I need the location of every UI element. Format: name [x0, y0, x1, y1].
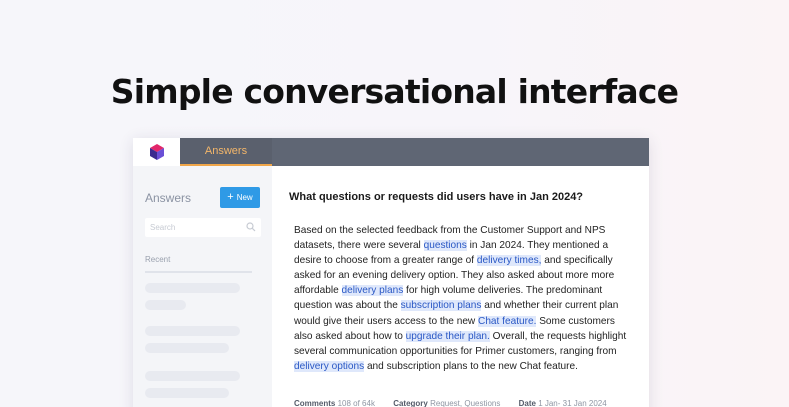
recent-label: Recent: [145, 255, 171, 264]
comments-value: 108 of 64k: [337, 399, 375, 407]
answer-metadata: Comments 108 of 64k Category Request, Qu…: [294, 399, 623, 407]
comments-label: Comments: [294, 399, 336, 407]
answer-text-segment: and subscription plans to the new Chat f…: [364, 360, 578, 372]
search-input[interactable]: Search: [145, 218, 261, 237]
new-answer-button[interactable]: + New: [220, 187, 260, 208]
recent-item-placeholder[interactable]: [145, 343, 229, 353]
sidebar: Answers + New Search Recent: [133, 166, 272, 407]
tab-answers[interactable]: Answers: [180, 138, 272, 166]
search-icon: [246, 222, 256, 232]
answer-text: Based on the selected feedback from the …: [294, 223, 634, 374]
category-label: Category: [393, 399, 428, 407]
app-logo[interactable]: [133, 138, 180, 166]
logo-icon: [149, 144, 164, 160]
recent-item-placeholder[interactable]: [145, 388, 229, 398]
highlighted-term[interactable]: questions: [423, 240, 467, 252]
recent-divider: [145, 271, 252, 273]
page-headline: Simple conversational interface: [110, 72, 679, 111]
sidebar-title: Answers: [145, 191, 192, 205]
date-value: 1 Jan- 31 Jan 2024: [538, 399, 607, 407]
recent-item-placeholder[interactable]: [145, 283, 240, 293]
search-placeholder: Search: [150, 223, 176, 232]
highlighted-term[interactable]: subscription plans: [400, 300, 482, 312]
new-button-label: New: [236, 193, 253, 202]
recent-item-placeholder[interactable]: [145, 300, 186, 310]
question-heading: What questions or requests did users hav…: [289, 191, 584, 203]
category-value: Request, Questions: [430, 399, 501, 407]
top-bar: Answers: [133, 138, 649, 166]
recent-item-placeholder[interactable]: [145, 326, 240, 336]
plus-icon: +: [227, 191, 234, 203]
recent-item-placeholder[interactable]: [145, 371, 240, 381]
highlighted-term[interactable]: Chat feature.: [478, 315, 537, 327]
highlighted-term[interactable]: delivery times,: [476, 255, 542, 267]
highlighted-term[interactable]: delivery plans: [341, 285, 404, 297]
highlighted-term[interactable]: delivery options: [294, 360, 365, 372]
app-window: Answers Answers + New Search Recent What…: [133, 138, 649, 407]
answer-panel: What questions or requests did users hav…: [272, 166, 649, 407]
date-label: Date: [518, 399, 536, 407]
highlighted-term[interactable]: upgrade their plan.: [405, 330, 490, 342]
